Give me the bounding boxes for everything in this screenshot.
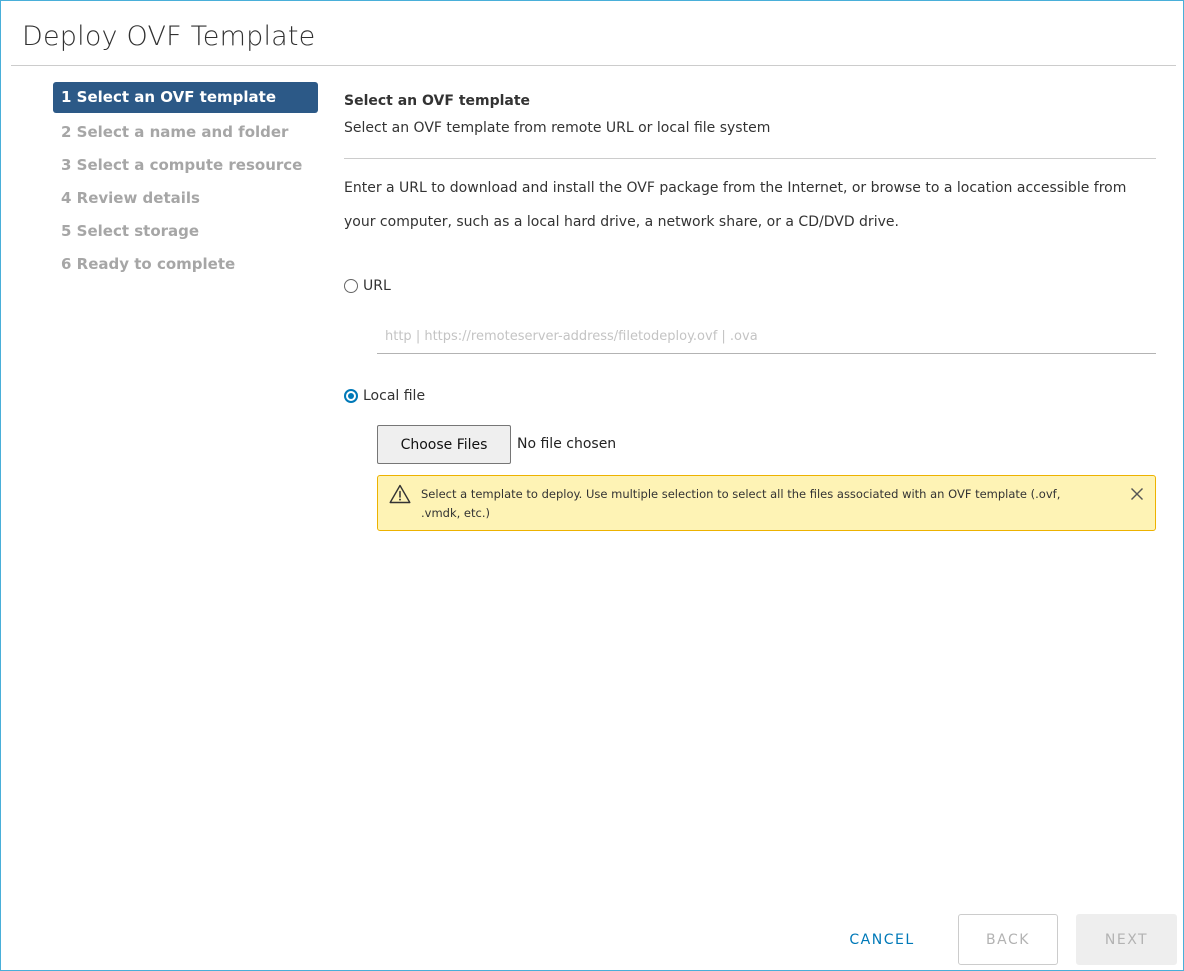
local-file-radio-label[interactable]: Local file — [363, 388, 425, 404]
close-icon[interactable] — [1129, 486, 1145, 502]
dialog-title: Deploy OVF Template — [22, 21, 316, 52]
url-option[interactable]: URL — [344, 278, 391, 294]
description-text: Enter a URL to download and install the … — [344, 180, 1127, 230]
url-radio-label[interactable]: URL — [363, 278, 391, 294]
file-status-text: No file chosen — [517, 436, 617, 452]
section-subtitle: Select an OVF template from remote URL o… — [344, 120, 771, 136]
title-divider — [11, 65, 1176, 66]
local-file-radio[interactable] — [344, 389, 358, 403]
step-ready-to-complete[interactable]: 6 Ready to complete — [53, 248, 321, 281]
step-content: Select an OVF template Select an OVF tem… — [344, 91, 1156, 247]
warning-alert: Select a template to deploy. Use multipl… — [377, 475, 1156, 531]
warning-alert-text: Select a template to deploy. Use multipl… — [421, 487, 1061, 520]
local-file-option[interactable]: Local file — [344, 388, 425, 404]
url-radio[interactable] — [344, 279, 358, 293]
back-button[interactable]: BACK — [958, 914, 1058, 965]
deploy-ovf-dialog: Deploy OVF Template 1 Select an OVF temp… — [0, 0, 1184, 971]
choose-files-button[interactable]: Choose Files — [377, 425, 511, 464]
section-title: Select an OVF template — [344, 93, 531, 109]
step-select-compute-resource[interactable]: 3 Select a compute resource — [53, 149, 321, 182]
step-review-details[interactable]: 4 Review details — [53, 182, 321, 215]
section-divider — [344, 158, 1156, 159]
step-select-storage[interactable]: 5 Select storage — [53, 215, 321, 248]
step-select-ovf-template[interactable]: 1 Select an OVF template — [53, 82, 318, 113]
warning-icon — [389, 484, 411, 504]
wizard-steps: 1 Select an OVF template 2 Select a name… — [53, 82, 321, 281]
cancel-button[interactable]: CANCEL — [827, 914, 937, 965]
url-input[interactable] — [377, 319, 1156, 354]
step-select-name-and-folder[interactable]: 2 Select a name and folder — [53, 116, 321, 149]
next-button[interactable]: NEXT — [1076, 914, 1177, 965]
